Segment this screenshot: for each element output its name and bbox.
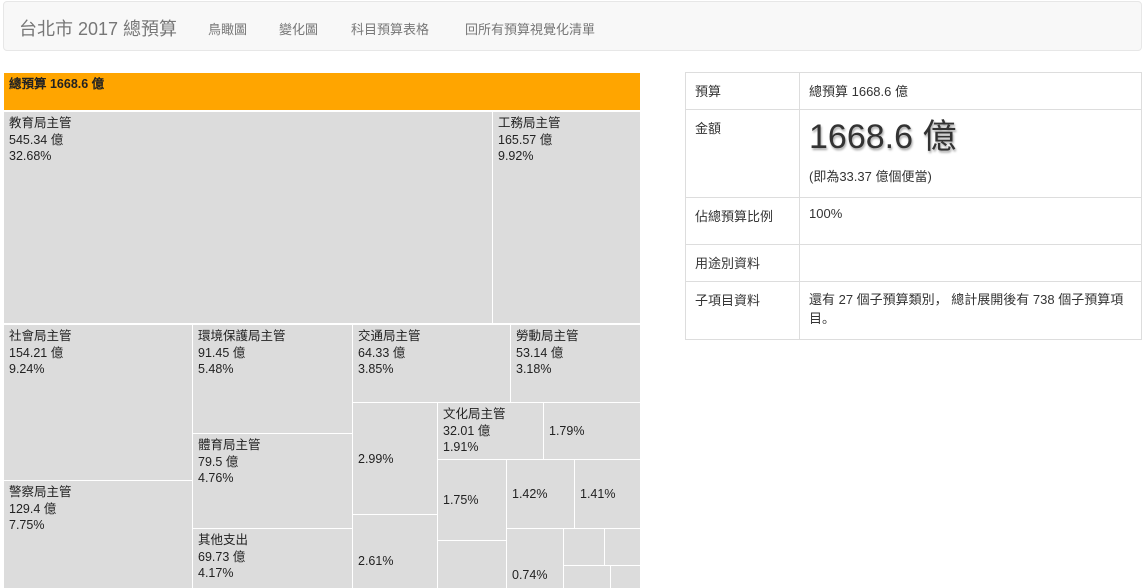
cell-amount: 79.5 億: [198, 454, 239, 469]
treemap-cell-social[interactable]: 社會局主管 154.21 億 9.24%: [3, 324, 193, 481]
brand-title[interactable]: 台北市 2017 總預算: [19, 15, 177, 41]
info-key: 佔總預算比例: [685, 197, 800, 245]
cell-name: 教育局主管: [9, 116, 72, 130]
cell-amount: 32.01 億: [443, 423, 491, 438]
treemap-cell-labor[interactable]: 勞動局主管 53.14 億 3.18%: [510, 324, 641, 403]
nav-link-overview[interactable]: 鳥瞰圖: [208, 19, 247, 38]
amount-value: 1668.6 億: [809, 118, 957, 156]
treemap-cell-unlabeled[interactable]: [563, 565, 611, 588]
budget-info-table: 預算 總預算 1668.6 億 金額 1668.6 億 (即為33.37 億個便…: [685, 72, 1142, 340]
budget-treemap: 總預算 1668.6 億 教育局主管 545.34 億 32.68% 工務局主管…: [3, 72, 641, 588]
cell-name: 社會局主管: [9, 329, 72, 343]
info-value: [799, 244, 1142, 282]
cell-percent: 3.85%: [358, 362, 394, 376]
cell-name: 其他支出: [198, 533, 249, 547]
cell-percent: 4.17%: [198, 566, 234, 580]
treemap-cell-unlabeled[interactable]: 1.41%: [574, 459, 641, 529]
cell-name: 環境保護局主管: [198, 329, 286, 343]
cell-percent: 9.24%: [9, 362, 45, 376]
info-value: 1668.6 億 (即為33.37 億個便當): [799, 109, 1142, 198]
info-row-subitems: 子項目資料 還有 27 個子預算類別， 總計展開後有 738 個子預算項目。: [685, 281, 1142, 340]
cell-name: 警察局主管: [9, 485, 72, 499]
info-key: 子項目資料: [685, 281, 800, 340]
info-value: 總預算 1668.6 億: [799, 72, 1142, 110]
cell-amount: 64.33 億: [358, 345, 406, 360]
cell-percent: 2.99%: [358, 451, 394, 466]
treemap-cell-unlabeled[interactable]: 1.75%: [437, 459, 507, 541]
info-row-ratio: 佔總預算比例 100%: [685, 197, 1142, 245]
treemap-cell-education[interactable]: 教育局主管 545.34 億 32.68%: [3, 111, 493, 324]
info-value: 還有 27 個子預算類別， 總計展開後有 738 個子預算項目。: [799, 281, 1142, 340]
cell-amount: 69.73 億: [198, 549, 246, 564]
top-navbar: 台北市 2017 總預算 鳥瞰圖 變化圖 科目預算表格 回所有預算視覺化清單: [3, 1, 1142, 51]
cell-name: 文化局主管: [443, 407, 506, 421]
info-row-budget: 預算 總預算 1668.6 億: [685, 72, 1142, 110]
root-label: 總預算 1668.6 億: [9, 77, 105, 91]
info-row-amount: 金額 1668.6 億 (即為33.37 億個便當): [685, 109, 1142, 198]
treemap-cell-public-works[interactable]: 工務局主管 165.57 億 9.92%: [492, 111, 641, 324]
treemap-cell-sports[interactable]: 體育局主管 79.5 億 4.76%: [192, 433, 353, 529]
cell-percent: 1.41%: [580, 487, 616, 501]
treemap-cell-unlabeled[interactable]: [437, 540, 507, 588]
cell-amount: 165.57 億: [498, 132, 553, 147]
treemap-root-total[interactable]: 總預算 1668.6 億: [3, 72, 641, 111]
info-key: 用途別資料: [685, 244, 800, 282]
cell-name: 交通局主管: [358, 329, 421, 343]
cell-amount: 545.34 億: [9, 132, 64, 147]
cell-amount: 129.4 億: [9, 501, 57, 516]
cell-percent: 1.75%: [443, 493, 479, 507]
treemap-cell-police[interactable]: 警察局主管 129.4 億 7.75%: [3, 480, 193, 588]
treemap-cell-unlabeled[interactable]: [563, 528, 605, 566]
treemap-cell-culture[interactable]: 文化局主管 32.01 億 1.91%: [437, 402, 544, 460]
cell-percent: 2.61%: [358, 554, 394, 568]
info-row-usage: 用途別資料: [685, 244, 1142, 282]
info-key: 預算: [685, 72, 800, 110]
info-value: 100%: [799, 197, 1142, 245]
cell-name: 體育局主管: [198, 438, 261, 452]
cell-percent: 1.42%: [512, 487, 548, 501]
nav-link-changes[interactable]: 變化圖: [279, 19, 318, 38]
cell-amount: 53.14 億: [516, 345, 564, 360]
treemap-cell-transport[interactable]: 交通局主管 64.33 億 3.85%: [352, 324, 511, 403]
cell-name: 工務局主管: [498, 116, 561, 130]
treemap-cell-other[interactable]: 其他支出 69.73 億 4.17%: [192, 528, 353, 588]
treemap-cell-unlabeled[interactable]: 2.61%: [352, 514, 438, 588]
info-key: 金額: [685, 109, 800, 198]
cell-percent: 3.18%: [516, 362, 552, 376]
treemap-cell-unlabeled[interactable]: 0.74%: [506, 528, 564, 588]
treemap-cell-unlabeled[interactable]: 1.42%: [506, 459, 575, 529]
cell-amount: 154.21 億: [9, 345, 64, 360]
cell-percent: 0.74%: [512, 568, 548, 582]
cell-percent: 4.76%: [198, 471, 234, 485]
amount-note: (即為33.37 億個便當): [809, 169, 932, 184]
cell-percent: 5.48%: [198, 362, 234, 376]
treemap-cell-unlabeled[interactable]: 1.79%: [543, 402, 641, 460]
treemap-cell-unlabeled[interactable]: [604, 528, 641, 566]
cell-percent: 1.91%: [443, 440, 479, 454]
cell-percent: 32.68%: [9, 149, 52, 163]
cell-percent: 1.79%: [549, 424, 585, 438]
cell-amount: 91.45 億: [198, 345, 246, 360]
treemap-cell-environment[interactable]: 環境保護局主管 91.45 億 5.48%: [192, 324, 353, 434]
cell-percent: 7.75%: [9, 518, 45, 532]
cell-name: 勞動局主管: [516, 329, 579, 343]
treemap-cell-unlabeled[interactable]: [610, 565, 641, 588]
treemap-cell-unlabeled[interactable]: 2.99%: [352, 402, 438, 515]
nav-link-budget-table[interactable]: 科目預算表格: [351, 19, 429, 38]
nav-link-all-visualizations[interactable]: 回所有預算視覺化清單: [465, 19, 595, 38]
cell-percent: 9.92%: [498, 149, 534, 163]
